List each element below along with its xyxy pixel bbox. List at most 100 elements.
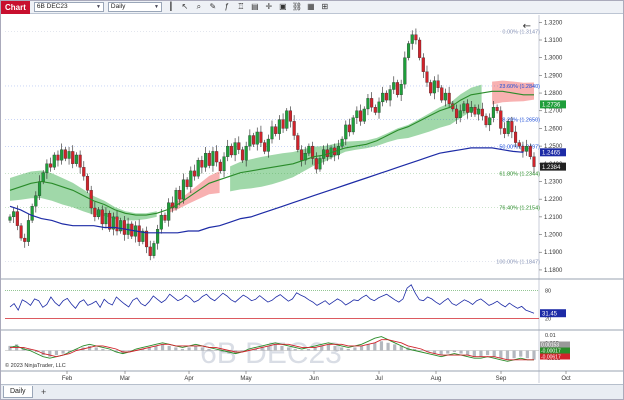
instrument-value: 6B DEC23 <box>36 3 68 10</box>
candle-down <box>192 170 197 177</box>
macd-histogram-bar <box>499 350 503 359</box>
candle-up <box>119 220 123 232</box>
candle-up <box>340 138 344 147</box>
price-axis-label: 1.3200 <box>544 20 563 26</box>
macd-histogram-bar <box>393 344 397 351</box>
macd-histogram-bar <box>359 345 364 351</box>
bar-type-icon[interactable]: ┃ <box>166 2 176 12</box>
candle-up <box>255 131 259 145</box>
macd-histogram-bar <box>180 348 185 351</box>
macd-histogram-bar <box>194 345 198 351</box>
candle-up <box>266 138 270 152</box>
price-axis-label: 1.2300 <box>544 179 563 185</box>
candle-down <box>259 131 263 143</box>
chart-canvas[interactable]: 6B DEC23 0.00% (1.3147) 23.60% (1.2840) 38.… <box>1 15 623 383</box>
zoom-icon[interactable]: ⌕ <box>194 2 204 12</box>
candle-up <box>181 179 185 200</box>
candle-up <box>506 121 510 134</box>
price-axis-label: 1.1800 <box>544 268 563 274</box>
properties-icon[interactable]: ▤ <box>250 2 260 12</box>
price-tag-label: 1.2736 <box>542 103 561 109</box>
candle-up <box>37 181 42 196</box>
candle-down <box>63 149 67 159</box>
macd-histogram-bar <box>472 350 476 357</box>
macd-histogram-bar <box>8 345 12 351</box>
macd-histogram-bar <box>340 347 344 351</box>
candle-down <box>200 160 204 168</box>
macd-histogram-bar <box>160 344 165 351</box>
candle-down <box>521 145 525 152</box>
price-axis-label: 1.3000 <box>544 56 563 62</box>
candle-down <box>395 82 400 95</box>
candle-down <box>100 209 104 225</box>
copyright-text: © 2023 NinjaTrader, LLC <box>5 362 66 369</box>
crosshair-icon[interactable]: ✛ <box>264 2 274 12</box>
price-axis-label: 1.2200 <box>544 197 563 203</box>
pointer-icon[interactable]: ↖ <box>180 2 190 12</box>
macd-histogram-bar <box>333 345 337 351</box>
candle-down <box>528 145 532 157</box>
macd-histogram-bar <box>293 348 297 351</box>
macd-histogram-bar <box>466 350 470 356</box>
candle-down <box>359 110 363 122</box>
interval-selector[interactable]: Daily ▼ <box>107 2 162 12</box>
rsi-axis-label: 80 <box>545 288 551 294</box>
drawing-tools-icon[interactable]: ✎ <box>208 2 218 12</box>
price-axis-label: 1.2600 <box>544 126 563 132</box>
candle-down <box>178 190 182 200</box>
candle-down <box>425 71 429 83</box>
price-axis-label: 1.1900 <box>544 250 563 256</box>
indicators-icon[interactable]: ƒ <box>222 2 232 12</box>
candle-up <box>443 92 447 101</box>
macd-histogram-bar <box>459 350 463 354</box>
macd-histogram-bar <box>386 342 390 351</box>
candle-down <box>436 80 440 88</box>
tab-daily[interactable]: Daily <box>3 386 33 398</box>
candle-up <box>462 103 466 111</box>
macd-histogram-bar <box>200 347 204 351</box>
candle-down <box>163 214 167 221</box>
time-axis-label: Oct <box>561 376 571 382</box>
candle-down <box>517 142 521 147</box>
chart-window: Chart 6B DEC23 ▼ Daily ▼ ┃ ↖ ⌕ ✎ ƒ ♖ ▤ ✛… <box>0 0 624 400</box>
candle-down <box>115 216 119 232</box>
price-axis-label: 1.2100 <box>544 215 563 221</box>
candle-down <box>296 135 300 150</box>
price-tag-label: 1.2384 <box>542 165 561 171</box>
time-axis-label: Jun <box>309 376 319 382</box>
candle-down <box>237 142 241 150</box>
time-axis-label: Mar <box>120 376 130 382</box>
candle-up <box>152 243 156 256</box>
candle-up <box>322 149 326 159</box>
chart-menu-button[interactable]: Chart <box>1 0 30 14</box>
candle-down <box>274 126 278 134</box>
add-tab-button[interactable]: + <box>41 386 46 398</box>
chart-toolbar: Chart 6B DEC23 ▼ Daily ▼ ┃ ↖ ⌕ ✎ ƒ ♖ ▤ ✛… <box>1 0 623 14</box>
price-tag-label: 1.2465 <box>542 151 561 157</box>
candle-up <box>344 124 348 140</box>
macd-histogram-bar <box>61 350 65 354</box>
macd-histogram-bar <box>187 347 191 351</box>
macd-histogram-bar <box>214 350 218 351</box>
chevron-down-icon: ▼ <box>95 4 101 10</box>
candle-down <box>71 151 75 164</box>
link-icon[interactable]: ⛓ <box>292 2 302 12</box>
macd-histogram-bar <box>379 341 384 351</box>
candle-up <box>381 92 385 103</box>
snapshot-icon[interactable]: ▣ <box>278 2 288 12</box>
instrument-selector[interactable]: 6B DEC23 ▼ <box>33 2 104 12</box>
candle-up <box>34 195 38 207</box>
candle-up <box>167 202 171 221</box>
candle-up <box>52 154 56 168</box>
candle-up <box>410 34 414 44</box>
candle-up <box>248 135 252 147</box>
candle-up <box>30 206 34 221</box>
macd-histogram-bar <box>313 347 317 351</box>
candle-down <box>148 246 152 256</box>
macd-histogram-bar <box>452 350 457 353</box>
chart-trader-icon[interactable]: ⊞ <box>320 2 330 12</box>
data-box-icon[interactable]: ▦ <box>306 2 316 12</box>
strategies-icon[interactable]: ♖ <box>236 2 246 12</box>
candle-up <box>67 151 71 159</box>
candle-up <box>196 160 200 177</box>
